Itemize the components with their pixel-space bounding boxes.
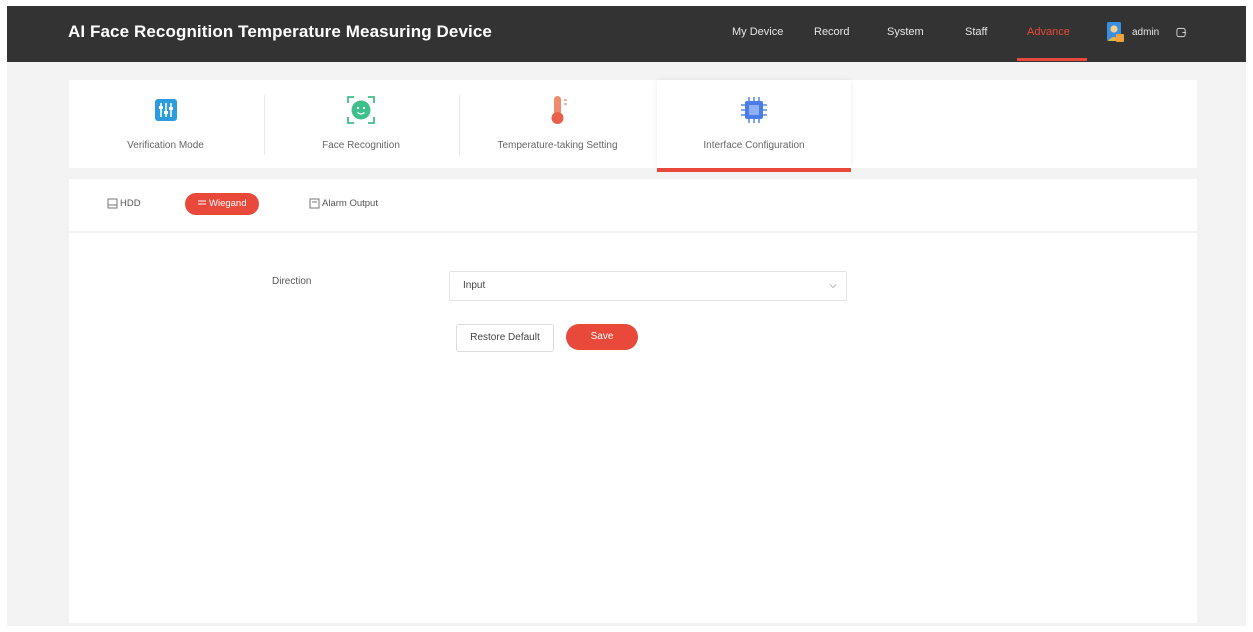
sub-tabs: HDD Wiegand Alarm Output <box>69 179 1197 231</box>
subtab-label: HDD <box>120 198 141 209</box>
nav-my-device[interactable]: My Device <box>732 26 783 38</box>
category-tab-face-recognition[interactable]: Face Recognition <box>265 80 457 168</box>
subtab-alarm-output[interactable]: Alarm Output <box>309 193 378 215</box>
category-tab-verification-mode[interactable]: Verification Mode <box>69 80 262 168</box>
nav-staff[interactable]: Staff <box>965 26 987 38</box>
direction-label: Direction <box>272 276 312 287</box>
direction-value: Input <box>463 280 486 291</box>
category-label: Temperature-taking Setting <box>497 140 618 151</box>
nav-system[interactable]: System <box>887 26 924 38</box>
app-title: AI Face Recognition Temperature Measurin… <box>68 22 492 41</box>
app-frame: AI Face Recognition Temperature Measurin… <box>7 6 1246 626</box>
subtab-wiegand[interactable]: Wiegand <box>185 193 259 215</box>
alarm-output-icon <box>309 198 320 209</box>
thermometer-icon <box>551 96 567 124</box>
user-name[interactable]: admin <box>1132 27 1159 38</box>
category-label: Interface Configuration <box>703 140 805 151</box>
category-label: Face Recognition <box>322 140 400 151</box>
logout-icon[interactable] <box>1176 27 1187 38</box>
nav-advance[interactable]: Advance <box>1027 26 1070 38</box>
wiegand-icon <box>198 200 206 205</box>
face-scan-icon <box>347 96 375 124</box>
active-tab-indicator <box>657 168 851 172</box>
category-tab-interface-configuration[interactable]: Interface Configuration <box>657 80 851 172</box>
direction-select[interactable]: Input <box>449 271 847 301</box>
save-button[interactable]: Save <box>566 324 638 350</box>
nav-active-indicator <box>1017 58 1087 61</box>
settings-panel: Direction Input Restore Default Save <box>69 233 1197 623</box>
nav-record[interactable]: Record <box>814 26 849 38</box>
chip-icon <box>741 97 767 123</box>
user-avatar-icon[interactable] <box>1105 21 1125 43</box>
restore-default-button[interactable]: Restore Default <box>456 324 554 352</box>
sliders-icon <box>154 99 177 121</box>
category-tab-temperature-setting[interactable]: Temperature-taking Setting <box>460 80 655 168</box>
chevron-down-icon <box>829 284 837 289</box>
category-label: Verification Mode <box>127 140 204 151</box>
top-bar: AI Face Recognition Temperature Measurin… <box>7 6 1246 62</box>
subtab-hdd[interactable]: HDD <box>107 193 141 215</box>
category-tabs: Verification Mode Face Recognition Tempe… <box>69 80 1197 172</box>
subtab-label: Wiegand <box>209 198 247 209</box>
subtab-label: Alarm Output <box>322 198 378 209</box>
hdd-icon <box>107 198 118 209</box>
